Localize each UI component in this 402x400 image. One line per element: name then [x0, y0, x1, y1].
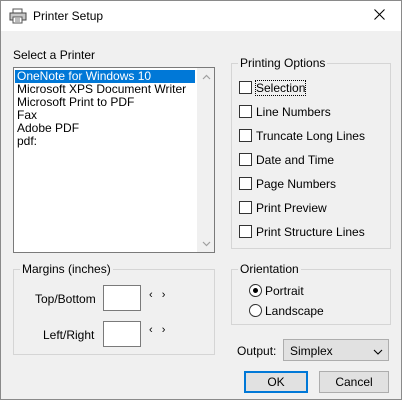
output-label: Output:: [237, 344, 277, 358]
option-label: Page Numbers: [256, 177, 337, 191]
printer-setup-dialog: Printer Setup Select a Printer OneNote f…: [0, 0, 402, 400]
top-bottom-input[interactable]: [103, 285, 141, 311]
option-label: Print Preview: [256, 201, 327, 215]
print-structure-lines-checkbox[interactable]: [239, 225, 252, 238]
top-bottom-spinner[interactable]: ‹ ›: [149, 289, 168, 301]
list-item[interactable]: pdf:: [15, 135, 195, 148]
option-label: Date and Time: [256, 153, 335, 167]
printer-list-scrollbar[interactable]: [197, 68, 214, 252]
close-icon: [373, 9, 385, 23]
close-button[interactable]: [357, 1, 401, 31]
left-right-spinner[interactable]: ‹ ›: [149, 324, 168, 336]
truncate-long-lines-checkbox[interactable]: [239, 129, 252, 142]
ok-button[interactable]: OK: [244, 371, 308, 393]
title-bar: Printer Setup: [1, 1, 401, 31]
top-bottom-label: Top/Bottom: [35, 292, 96, 306]
list-item[interactable]: Adobe PDF: [15, 122, 195, 135]
output-select[interactable]: Simplex: [283, 339, 389, 361]
printer-icon: [9, 8, 27, 24]
left-right-input[interactable]: [103, 321, 141, 347]
radio-selected-dot: [253, 288, 258, 293]
cancel-button[interactable]: Cancel: [319, 371, 389, 393]
option-label: Print Structure Lines: [256, 225, 365, 239]
date-and-time-checkbox[interactable]: [239, 153, 252, 166]
chevron-down-icon[interactable]: [198, 235, 215, 252]
portrait-radio[interactable]: [249, 284, 262, 297]
margins-label: Margins (inches): [20, 262, 113, 276]
landscape-radio[interactable]: [249, 304, 262, 317]
select-printer-label: Select a Printer: [13, 48, 96, 62]
option-label: Selection: [254, 80, 307, 96]
orientation-label: Orientation: [238, 262, 301, 276]
printer-listbox[interactable]: OneNote for Windows 10 Microsoft XPS Doc…: [13, 67, 215, 253]
left-right-label: Left/Right: [43, 328, 95, 342]
portrait-label: Portrait: [265, 284, 304, 298]
page-numbers-checkbox[interactable]: [239, 177, 252, 190]
list-item[interactable]: Microsoft Print to PDF: [15, 96, 195, 109]
option-label: Truncate Long Lines: [256, 129, 365, 143]
chevron-up-icon[interactable]: [198, 68, 215, 85]
printing-options-label: Printing Options: [238, 56, 328, 70]
output-value: Simplex: [290, 344, 333, 358]
line-numbers-checkbox[interactable]: [239, 105, 252, 118]
window-title: Printer Setup: [33, 9, 104, 23]
selection-checkbox[interactable]: [239, 81, 252, 94]
landscape-label: Landscape: [265, 304, 324, 318]
print-preview-checkbox[interactable]: [239, 201, 252, 214]
option-label: Line Numbers: [256, 105, 331, 119]
chevron-down-icon: [372, 346, 384, 356]
